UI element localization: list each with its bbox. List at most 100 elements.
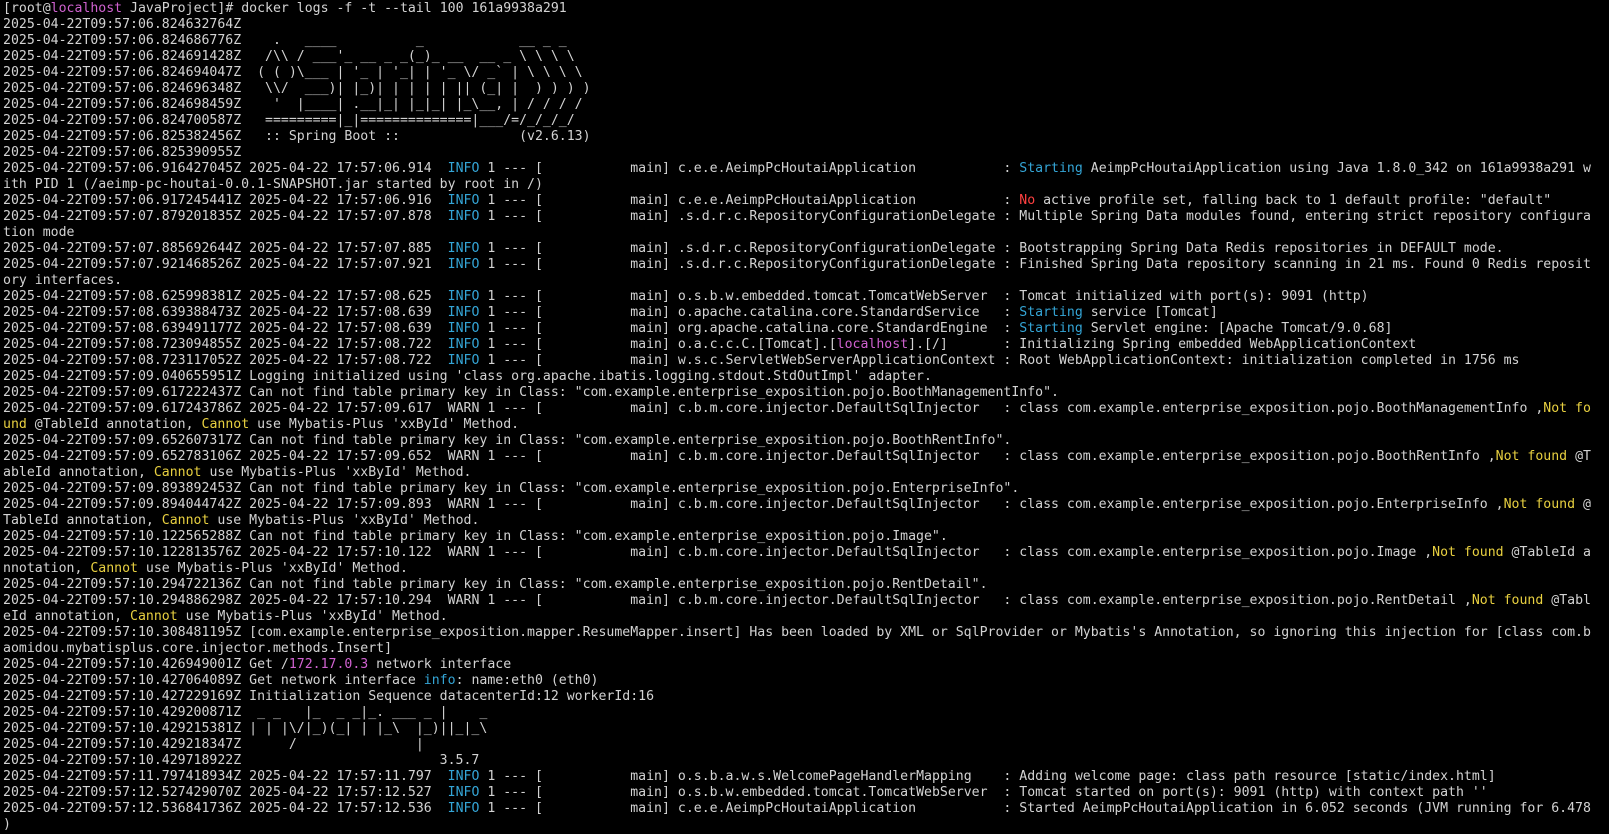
log-text: 1 --- [ main] o.a.c.c.C.[Tomcat].[: [479, 337, 837, 352]
log-text: 1 --- [ main] w.s.c.ServletWebServerAppl…: [479, 353, 1520, 368]
log-line: eId annotation, Cannot use Mybatis-Plus …: [3, 609, 1609, 625]
log-line: 2025-04-22T09:57:06.824686776Z . ____ _ …: [3, 33, 1609, 49]
log-text: 2025-04-22T09:57:10.426949001Z Get /: [3, 657, 289, 672]
log-text: Servlet engine: [Apache Tomcat/9.0.68]: [1082, 321, 1393, 336]
log-line: 2025-04-22T09:57:06.824700587Z =========…: [3, 113, 1609, 129]
log-text: AeimpPcHoutaiApplication using Java 1.8.…: [1082, 161, 1591, 176]
log-text: @Tabl: [1543, 593, 1591, 608]
log-line: 2025-04-22T09:57:10.429215381Z | | |\/|_…: [3, 721, 1609, 737]
log-text: 1 --- [ main] .s.d.r.c.RepositoryConfigu…: [479, 209, 1591, 224]
log-text: 2025-04-22T09:57:10.429218347Z / |: [3, 737, 424, 752]
log-text: 2025-04-22T09:57:06.824686776Z . ____ _ …: [3, 33, 567, 48]
log-text-caution: Cannot: [130, 609, 178, 624]
log-line: 2025-04-22T09:57:10.294886298Z 2025-04-2…: [3, 593, 1609, 609]
log-text-caution: Cannot: [90, 561, 138, 576]
log-text: use Mybatis-Plus 'xxById' Method.: [201, 465, 472, 480]
log-text-warn: WARN: [447, 593, 480, 608]
log-text: 1 --- [ main] c.e.e.AeimpPcHoutaiApplica…: [479, 193, 1020, 208]
log-text: nnotation,: [3, 561, 91, 576]
log-text: 1 --- [ main] org.apache.catalina.core.S…: [479, 321, 1020, 336]
log-text: @TableId a: [1503, 545, 1591, 560]
log-text: @T: [1567, 449, 1591, 464]
log-text-info: INFO: [447, 801, 480, 816]
log-line: 2025-04-22T09:57:07.885692644Z 2025-04-2…: [3, 241, 1609, 257]
log-line: 2025-04-22T09:57:08.639388473Z 2025-04-2…: [3, 305, 1609, 321]
log-text-ok: Starting: [1019, 161, 1083, 176]
log-text: 1 --- [ main] c.e.e.AeimpPcHoutaiApplica…: [479, 801, 1591, 816]
log-text: 2025-04-22T09:57:10.308481195Z [com.exam…: [3, 625, 1591, 640]
log-text: 2025-04-22T09:57:10.429200871Z _ _ |_ _ …: [3, 705, 488, 720]
log-text: 2025-04-22T09:57:10.429215381Z | | |\/|_…: [3, 721, 488, 736]
log-line: und @TableId annotation, Cannot use Myba…: [3, 417, 1609, 433]
log-text-info: INFO: [447, 241, 480, 256]
log-text: 2025-04-22T09:57:12.536841736Z 2025-04-2…: [3, 801, 448, 816]
log-line: 2025-04-22T09:57:09.652607317Z Can not f…: [3, 433, 1609, 449]
log-line: 2025-04-22T09:57:10.122813576Z 2025-04-2…: [3, 545, 1609, 561]
log-text-ok: Starting: [1019, 321, 1083, 336]
log-line: 2025-04-22T09:57:06.824632764Z: [3, 17, 1609, 33]
log-text: 2025-04-22T09:57:10.122565288Z Can not f…: [3, 529, 948, 544]
log-text: 1 --- [ main] c.b.m.core.injector.Defaul…: [479, 497, 1504, 512]
log-line: 2025-04-22T09:57:09.040655951Z Logging i…: [3, 369, 1609, 385]
log-text: 2025-04-22T09:57:07.921468526Z 2025-04-2…: [3, 257, 448, 272]
log-text-caution: Cannot: [161, 513, 210, 528]
log-text: 2025-04-22T09:57:07.885692644Z 2025-04-2…: [3, 241, 448, 256]
log-text: ].[/] : Initializing Spring embedded Web…: [908, 337, 1417, 352]
log-line: 2025-04-22T09:57:12.527429070Z 2025-04-2…: [3, 785, 1609, 801]
log-text: active profile set, falling back to 1 de…: [1035, 193, 1552, 208]
log-text: 2025-04-22T09:57:09.894044742Z 2025-04-2…: [3, 497, 448, 512]
log-text-info: info: [423, 673, 456, 688]
log-text-info: INFO: [447, 305, 480, 320]
log-text: 2025-04-22T09:57:11.797418934Z 2025-04-2…: [3, 769, 448, 784]
log-text: use Mybatis-Plus 'xxById' Method.: [177, 609, 448, 624]
log-line: 2025-04-22T09:57:09.893892453Z Can not f…: [3, 481, 1609, 497]
log-text: 2025-04-22T09:57:06.824691428Z /\\ / ___…: [3, 49, 575, 64]
log-text-caution: Cannot: [201, 417, 250, 432]
log-line: 2025-04-22T09:57:10.427064089Z Get netwo…: [3, 673, 1609, 689]
log-text-magenta: 172.17.0.3: [288, 657, 369, 672]
log-text: 2025-04-22T09:57:09.652783106Z 2025-04-2…: [3, 449, 448, 464]
log-line: 2025-04-22T09:57:08.639491177Z 2025-04-2…: [3, 321, 1609, 337]
log-text-caution: Not found: [1495, 449, 1568, 464]
log-text: 1 --- [ main] o.apache.catalina.core.Sta…: [479, 305, 1020, 320]
log-text-caution: Cannot: [153, 465, 202, 480]
log-text: JavaProject]# docker logs -f -t --tail 1…: [122, 1, 567, 16]
log-text: 2025-04-22T09:57:08.639491177Z 2025-04-2…: [3, 321, 448, 336]
log-text-error: No: [1019, 193, 1036, 208]
log-line: 2025-04-22T09:57:06.825390955Z: [3, 145, 1609, 161]
log-line: 2025-04-22T09:57:06.824694047Z ( ( )\___…: [3, 65, 1609, 81]
log-text: 1 --- [ main] .s.d.r.c.RepositoryConfigu…: [479, 241, 1504, 256]
log-text: ): [3, 817, 11, 832]
log-line: 2025-04-22T09:57:09.652783106Z 2025-04-2…: [3, 449, 1609, 465]
log-text-info: INFO: [447, 785, 480, 800]
log-text: 2025-04-22T09:57:06.824694047Z ( ( )\___…: [3, 65, 583, 80]
log-text: 2025-04-22T09:57:08.723117052Z 2025-04-2…: [3, 353, 448, 368]
log-text: 2025-04-22T09:57:10.427064089Z Get netwo…: [3, 673, 424, 688]
log-text-info: INFO: [447, 769, 480, 784]
terminal-output: [root@localhost JavaProject]# docker log…: [3, 1, 1609, 833]
log-line: 2025-04-22T09:57:10.429218347Z / |: [3, 737, 1609, 753]
log-line: aomidou.mybatisplus.core.injector.method…: [3, 641, 1609, 657]
log-text-info: INFO: [447, 257, 480, 272]
log-text: use Mybatis-Plus 'xxById' Method.: [249, 417, 520, 432]
log-line: 2025-04-22T09:57:06.916427045Z 2025-04-2…: [3, 161, 1609, 177]
log-text: use Mybatis-Plus 'xxById' Method.: [209, 513, 480, 528]
log-text-info: INFO: [447, 193, 480, 208]
terminal-window[interactable]: [root@localhost JavaProject]# docker log…: [0, 0, 1609, 834]
log-text: 2025-04-22T09:57:10.294722136Z Can not f…: [3, 577, 988, 592]
log-line: TableId annotation, Cannot use Mybatis-P…: [3, 513, 1609, 529]
log-text: ith PID 1 (/aeimp-pc-houtai-0.0.1-SNAPSH…: [3, 177, 543, 192]
log-line: 2025-04-22T09:57:06.824698459Z ' |____| …: [3, 97, 1609, 113]
log-text-warn: WARN: [447, 545, 480, 560]
log-text-info: INFO: [447, 337, 480, 352]
log-text: @TableId annotation,: [26, 417, 202, 432]
log-line: 2025-04-22T09:57:10.294722136Z Can not f…: [3, 577, 1609, 593]
log-line: 2025-04-22T09:57:10.122565288Z Can not f…: [3, 529, 1609, 545]
log-text: 2025-04-22T09:57:08.723094855Z 2025-04-2…: [3, 337, 448, 352]
log-text-info: INFO: [447, 353, 480, 368]
log-line: 2025-04-22T09:57:10.429200871Z _ _ |_ _ …: [3, 705, 1609, 721]
log-text-info: INFO: [447, 289, 480, 304]
log-text: 2025-04-22T09:57:09.617243786Z 2025-04-2…: [3, 401, 448, 416]
log-text: 1 --- [ main] .s.d.r.c.RepositoryConfigu…: [479, 257, 1591, 272]
log-text: 2025-04-22T09:57:06.824696348Z \\/ ___)|…: [3, 81, 591, 96]
